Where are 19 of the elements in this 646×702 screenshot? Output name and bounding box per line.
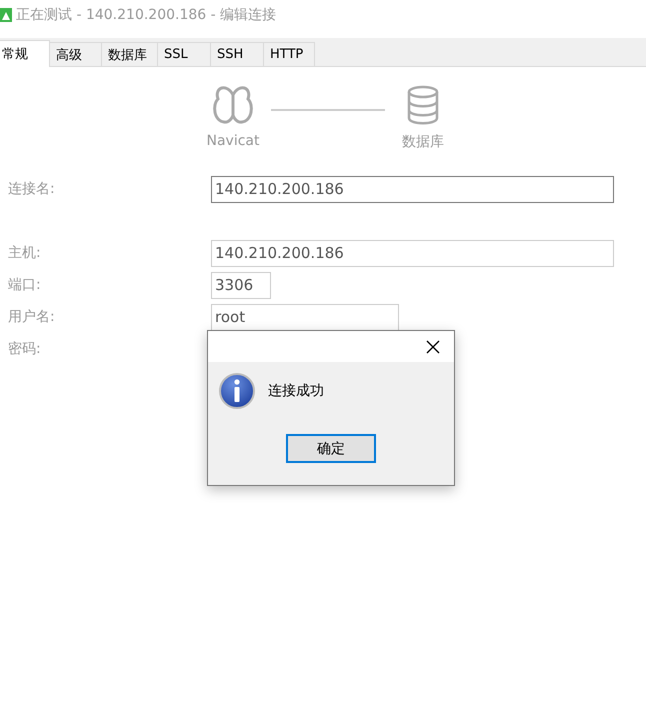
tab[interactable]: HTTP [263,42,315,66]
navicat-label: Navicat [206,133,260,149]
field-label: 密码: [7,340,42,358]
input-field[interactable]: 140.210.200.186 [211,240,614,266]
database-icon [406,85,440,125]
dialog-message: 连接成功 [268,382,324,400]
info-icon [218,372,256,410]
field-label: 主机: [7,244,42,262]
database-label: 数据库 [402,133,444,151]
navicat-logo-icon [210,85,256,125]
tab[interactable]: 常规 [0,40,50,67]
ok-button[interactable]: 确定 [286,434,376,463]
input-field[interactable]: 3306 [211,272,271,298]
window-title: 正在测试 - 140.210.200.186 - 编辑连接 [16,6,276,24]
field-label: 连接名: [7,180,56,198]
input-field[interactable]: 140.210.200.186 [211,176,614,202]
field-label: 端口: [7,276,42,294]
field-label: 用户名: [7,308,56,326]
close-icon[interactable] [426,340,440,354]
